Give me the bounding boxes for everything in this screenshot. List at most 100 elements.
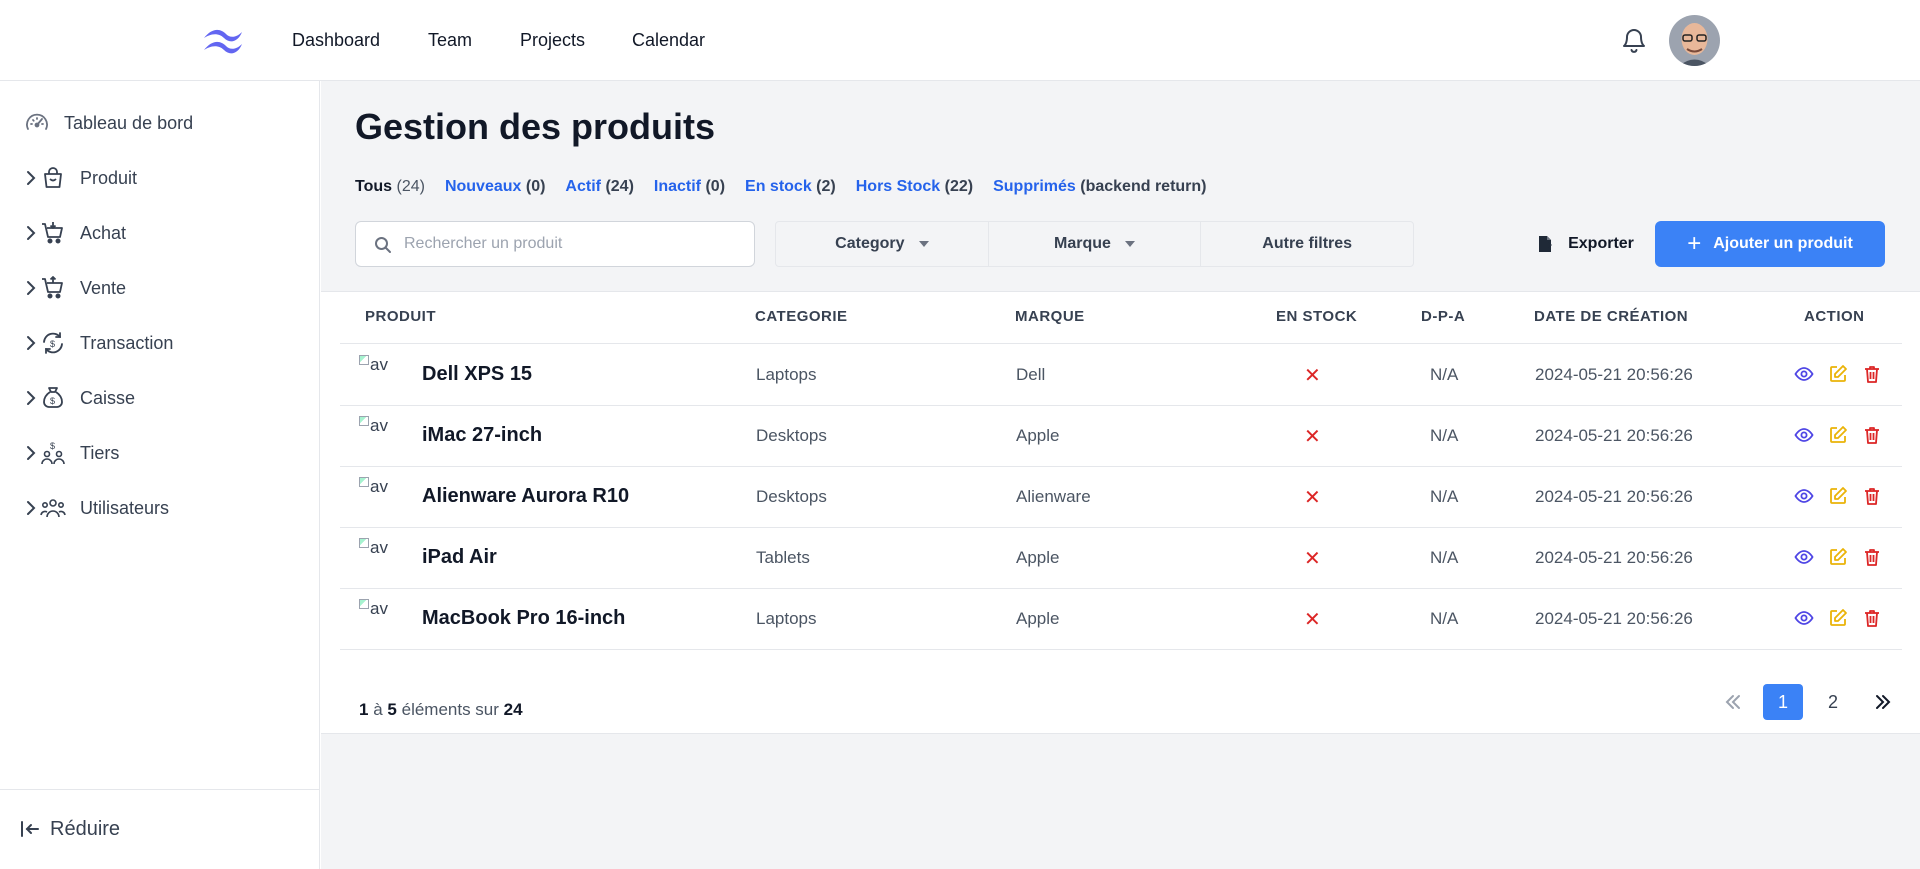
- bell-icon[interactable]: [1621, 26, 1647, 54]
- column-header-en-stock[interactable]: EN STOCK: [1276, 308, 1357, 325]
- sidebar-item-caisse[interactable]: $ Caisse: [0, 378, 320, 418]
- sidebar-item-utilisateurs[interactable]: Utilisateurs: [0, 488, 320, 528]
- view-button[interactable]: [1794, 364, 1814, 384]
- edit-icon: [1830, 365, 1847, 382]
- tab-supprimes[interactable]: Supprimés (backend return): [993, 178, 1206, 196]
- nav-projects[interactable]: Projects: [520, 30, 585, 51]
- nav-team[interactable]: Team: [428, 30, 472, 51]
- sidebar-item-produit[interactable]: Produit: [0, 158, 320, 198]
- product-image: av: [359, 416, 405, 436]
- tab-en-stock[interactable]: En stock (2): [745, 178, 836, 196]
- delete-button[interactable]: [1862, 608, 1882, 628]
- product-created-date: 2024-05-21 20:56:26: [1535, 487, 1693, 506]
- column-header-marque[interactable]: MARQUE: [1015, 308, 1085, 325]
- add-product-button[interactable]: + Ajouter un produit: [1655, 221, 1885, 267]
- table-row: av Alienware Aurora R10 Desktops Alienware ✕…: [340, 467, 1902, 528]
- edit-button[interactable]: [1828, 425, 1848, 445]
- table-row: av iMac 27-inch Desktops Apple ✕ N/A 2024-05-2…: [340, 406, 1902, 467]
- tab-tous[interactable]: Tous (24): [355, 178, 425, 196]
- sidebar-item-achat[interactable]: Achat: [0, 213, 320, 253]
- money-bag-icon: $: [43, 387, 63, 408]
- sidebar-item-tiers[interactable]: $ Tiers: [0, 433, 320, 473]
- edit-button[interactable]: [1828, 608, 1848, 628]
- collapse-label: Réduire: [50, 818, 121, 840]
- table-row: av MacBook Pro 16-inch Laptops Apple ✕ N/A 202…: [340, 589, 1902, 650]
- product-dpa: N/A: [1430, 548, 1459, 567]
- product-brand: Apple: [1016, 609, 1060, 628]
- delete-button[interactable]: [1862, 486, 1882, 506]
- sidebar-item-label: Produit: [80, 167, 138, 188]
- export-file-icon: [1539, 236, 1553, 252]
- sidebar: Tableau de bord Produit Achat Vente $ Tr…: [0, 81, 320, 869]
- page-button-1[interactable]: 1: [1763, 684, 1803, 720]
- first-page-button[interactable]: [1713, 684, 1753, 720]
- eye-icon: [1794, 550, 1814, 564]
- sidebar-item-vente[interactable]: Vente: [0, 268, 320, 308]
- export-button[interactable]: Exporter: [1517, 221, 1653, 267]
- delete-button[interactable]: [1862, 364, 1882, 384]
- nav-calendar[interactable]: Calendar: [632, 30, 705, 51]
- filter-tabs: Tous (24) Nouveaux (0) Actif (24) Inacti…: [355, 178, 1207, 196]
- category-filter-label: Category: [835, 235, 905, 252]
- edit-icon: [1830, 426, 1847, 443]
- view-button[interactable]: [1794, 547, 1814, 567]
- tab-inactif[interactable]: Inactif (0): [654, 178, 725, 196]
- product-category: Desktops: [756, 487, 827, 506]
- column-header-categorie[interactable]: CATEGORIE: [755, 308, 848, 325]
- chevron-right-icon: [27, 171, 36, 185]
- sidebar-item-tableau-de-bord[interactable]: Tableau de bord: [0, 103, 320, 143]
- shopping-bag-icon: [44, 167, 62, 188]
- edit-icon: [1830, 487, 1847, 504]
- broken-image-icon: [359, 416, 369, 426]
- search-input[interactable]: [404, 232, 744, 256]
- broken-image-icon: [359, 538, 369, 548]
- row-actions: [1794, 547, 1882, 567]
- page-button-2[interactable]: 2: [1813, 684, 1853, 720]
- out-of-stock-icon: ✕: [1304, 426, 1321, 448]
- product-brand: Apple: [1016, 426, 1060, 445]
- last-page-button[interactable]: [1863, 684, 1903, 720]
- other-filters-button[interactable]: Autre filtres: [1201, 222, 1413, 266]
- avatar[interactable]: [1669, 15, 1720, 66]
- table-row: av Dell XPS 15 Laptops Dell ✕ N/A 2024-05-21 2…: [340, 345, 1902, 406]
- products-table: PRODUIT CATEGORIE MARQUE EN STOCK D-P-A …: [321, 291, 1920, 734]
- speedometer-icon: [26, 113, 48, 130]
- brand-filter-dropdown[interactable]: Marque: [989, 222, 1202, 266]
- product-dpa: N/A: [1430, 609, 1459, 628]
- view-button[interactable]: [1794, 608, 1814, 628]
- column-header-action: ACTION: [1804, 308, 1865, 325]
- chevron-right-icon: [27, 391, 36, 405]
- category-filter-dropdown[interactable]: Category: [776, 222, 989, 266]
- view-button[interactable]: [1794, 425, 1814, 445]
- view-button[interactable]: [1794, 486, 1814, 506]
- edit-button[interactable]: [1828, 486, 1848, 506]
- sidebar-item-label: Vente: [80, 277, 127, 298]
- pagination-info: 1 à 5 éléments sur 24: [359, 700, 523, 719]
- table-header: PRODUIT CATEGORIE MARQUE EN STOCK D-P-A …: [340, 292, 1902, 344]
- sidebar-item-transaction[interactable]: $ Transaction: [0, 323, 320, 363]
- tab-actif[interactable]: Actif (24): [565, 178, 633, 196]
- product-created-date: 2024-05-21 20:56:26: [1535, 365, 1693, 384]
- column-header-date-creation[interactable]: DATE DE CRÉATION: [1534, 308, 1688, 325]
- delete-button[interactable]: [1862, 547, 1882, 567]
- collapse-sidebar-button[interactable]: Réduire: [0, 789, 319, 869]
- other-filters-label: Autre filtres: [1262, 235, 1353, 252]
- product-image: av: [359, 477, 405, 497]
- group-dollar-icon: $: [41, 441, 65, 465]
- tab-nouveaux[interactable]: Nouveaux (0): [445, 178, 545, 196]
- tab-hors-stock[interactable]: Hors Stock (22): [856, 178, 973, 196]
- out-of-stock-icon: ✕: [1304, 548, 1321, 570]
- logo-icon[interactable]: [200, 26, 246, 56]
- broken-image-icon: [359, 599, 369, 609]
- main-content: Gestion des produits Tous (24) Nouveaux …: [321, 81, 1920, 869]
- search-box: [355, 221, 755, 267]
- edit-button[interactable]: [1828, 547, 1848, 567]
- nav-dashboard[interactable]: Dashboard: [292, 30, 380, 51]
- column-header-dpa[interactable]: D-P-A: [1421, 308, 1465, 325]
- delete-button[interactable]: [1862, 425, 1882, 445]
- product-image: av: [359, 355, 405, 375]
- product-dpa: N/A: [1430, 426, 1459, 445]
- edit-button[interactable]: [1828, 364, 1848, 384]
- chevron-right-icon: [27, 226, 36, 240]
- column-header-produit[interactable]: PRODUIT: [365, 308, 436, 325]
